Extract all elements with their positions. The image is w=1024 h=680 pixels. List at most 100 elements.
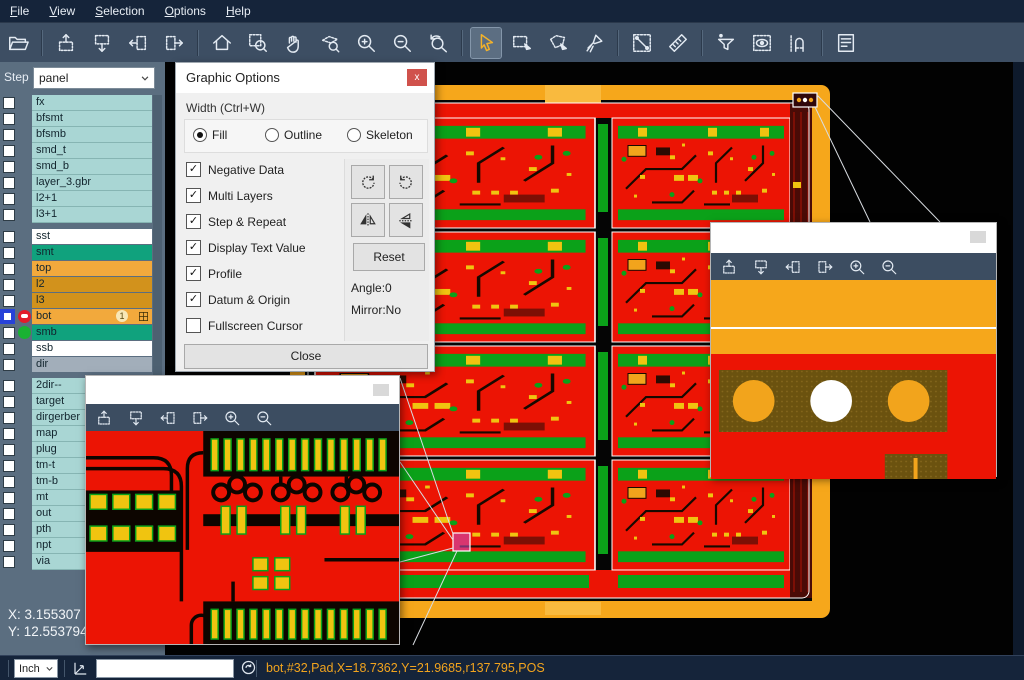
pan-left-icon[interactable] [123, 28, 153, 58]
layer-name[interactable]: bot1 [32, 309, 152, 325]
layer-name[interactable]: sst [32, 229, 152, 245]
layer-row-l3+1[interactable]: l3+1 [0, 207, 165, 223]
layer-name[interactable]: l3 [32, 293, 152, 309]
layer-checkbox[interactable] [3, 380, 15, 392]
layer-checkbox[interactable] [3, 428, 15, 440]
pan-down-icon[interactable] [749, 255, 773, 279]
layer-name[interactable]: top [32, 261, 152, 277]
layer-checkbox[interactable] [3, 279, 15, 291]
layer-checkbox[interactable] [3, 263, 15, 275]
layer-checkbox[interactable] [3, 359, 15, 371]
layer-checkbox[interactable] [3, 193, 15, 205]
layer-name[interactable]: smb [32, 325, 152, 341]
layer-checkbox[interactable] [3, 295, 15, 307]
layers-panel-icon[interactable] [831, 28, 861, 58]
layer-name[interactable]: smd_b [32, 159, 152, 175]
checkbox[interactable] [186, 318, 201, 333]
radio-option-skeleton[interactable]: Skeleton [347, 128, 413, 142]
layer-checkbox[interactable] [3, 97, 15, 109]
radio-option-outline[interactable]: Outline [265, 128, 322, 142]
poly-select-icon[interactable] [543, 28, 573, 58]
pan-left-icon[interactable] [156, 406, 180, 430]
zoom-window-titlebar[interactable] [711, 223, 996, 253]
layer-row-smb[interactable]: smb [0, 325, 165, 341]
layer-name[interactable]: bfsmt [32, 111, 152, 127]
layer-checkbox[interactable] [3, 327, 15, 339]
layer-row-bfsmb[interactable]: bfsmb [0, 127, 165, 143]
layer-checkbox[interactable] [3, 540, 15, 552]
rotate-ccw-button[interactable] [389, 165, 423, 199]
checkbox[interactable]: ✓ [186, 266, 201, 281]
menu-view[interactable]: View [39, 1, 85, 21]
option-step-repeat[interactable]: ✓Step & Repeat [186, 214, 286, 229]
layer-name[interactable]: l3+1 [32, 207, 152, 223]
layer-row-bot[interactable]: bot1 [0, 309, 165, 325]
layer-row-smd_t[interactable]: smd_t [0, 143, 165, 159]
layer-checkbox[interactable] [3, 396, 15, 408]
layer-checkbox[interactable] [3, 524, 15, 536]
layer-checkbox[interactable] [3, 129, 15, 141]
layer-checkbox[interactable] [3, 476, 15, 488]
close-button[interactable]: Close [184, 344, 428, 369]
layer-name[interactable]: bfsmb [32, 127, 152, 143]
layer-checkbox[interactable] [3, 444, 15, 456]
layer-row-l2+1[interactable]: l2+1 [0, 191, 165, 207]
layer-name[interactable]: smd_t [32, 143, 152, 159]
layer-checkbox[interactable] [3, 492, 15, 504]
measure-distance-icon[interactable] [627, 28, 657, 58]
mirror-horizontal-button[interactable] [351, 203, 385, 237]
clean-brush-icon[interactable] [579, 28, 609, 58]
dialog-titlebar[interactable]: Graphic Options x [176, 63, 434, 93]
layer-checkbox[interactable] [3, 209, 15, 221]
layer-name[interactable]: smt [32, 245, 152, 261]
layer-name[interactable]: dir [32, 357, 152, 373]
layer-checkbox[interactable] [3, 343, 15, 355]
menu-help[interactable]: Help [216, 1, 261, 21]
zoom-in-icon[interactable] [845, 255, 869, 279]
canvas-right-scrollbar[interactable] [1013, 62, 1024, 655]
pan-right-icon[interactable] [188, 406, 212, 430]
layer-row-layer_3.gbr[interactable]: layer_3.gbr [0, 175, 165, 191]
option-fullscreen-cursor[interactable]: Fullscreen Cursor [186, 318, 303, 333]
layer-name[interactable]: layer_3.gbr [32, 175, 152, 191]
layer-row-bfsmt[interactable]: bfsmt [0, 111, 165, 127]
pan-up-icon[interactable] [717, 255, 741, 279]
rect-select-icon[interactable] [507, 28, 537, 58]
layer-name[interactable]: l2+1 [32, 191, 152, 207]
home-icon[interactable] [207, 28, 237, 58]
option-datum-origin[interactable]: ✓Datum & Origin [186, 292, 290, 307]
zoom-object-icon[interactable] [315, 28, 345, 58]
zoom-in-icon[interactable] [220, 406, 244, 430]
radio-fill[interactable] [193, 128, 207, 142]
filter-icon[interactable] [711, 28, 741, 58]
pan-up-icon[interactable] [51, 28, 81, 58]
checkbox[interactable]: ✓ [186, 162, 201, 177]
layer-row-sst[interactable]: sst [0, 229, 165, 245]
checkbox[interactable]: ✓ [186, 240, 201, 255]
pan-right-icon[interactable] [813, 255, 837, 279]
layer-checkbox[interactable] [3, 460, 15, 472]
layer-row-smt[interactable]: smt [0, 245, 165, 261]
radio-skeleton[interactable] [347, 128, 361, 142]
pan-hand-icon[interactable] [279, 28, 309, 58]
layer-row-fx[interactable]: fx [0, 95, 165, 111]
checkbox[interactable]: ✓ [186, 292, 201, 307]
select-cursor-icon[interactable] [471, 28, 501, 58]
view-region-icon[interactable] [747, 28, 777, 58]
zoom-region-icon[interactable] [243, 28, 273, 58]
layer-row-l2[interactable]: l2 [0, 277, 165, 293]
option-negative-data[interactable]: ✓Negative Data [186, 162, 284, 177]
zoom-window-titlebar[interactable] [86, 376, 399, 404]
layer-checkbox[interactable] [3, 412, 15, 424]
window-button[interactable] [970, 231, 986, 243]
zoom-window-fiducial[interactable] [710, 222, 997, 477]
layer-row-ssb[interactable]: ssb [0, 341, 165, 357]
pan-right-icon[interactable] [159, 28, 189, 58]
option-display-text-value[interactable]: ✓Display Text Value [186, 240, 306, 255]
zoom-window-detail[interactable] [85, 375, 400, 645]
layer-checkbox[interactable] [3, 508, 15, 520]
zoom-out-icon[interactable] [877, 255, 901, 279]
layer-checkbox[interactable] [3, 556, 15, 568]
option-profile[interactable]: ✓Profile [186, 266, 242, 281]
mirror-vertical-button[interactable] [389, 203, 423, 237]
